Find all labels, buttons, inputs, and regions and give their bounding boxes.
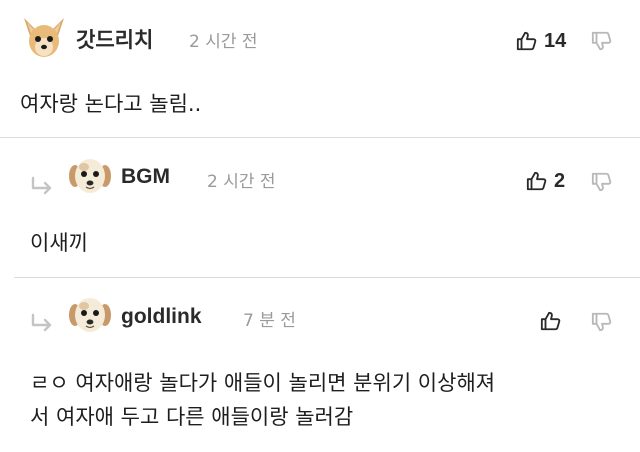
dislike-button[interactable] [591,30,613,52]
dislike-button[interactable] [591,311,613,333]
thumbs-up-icon [526,170,548,192]
thumbs-up-icon [540,310,562,332]
reply-arrow-icon [30,313,56,333]
thumbs-down-icon [591,312,612,332]
puppy-avatar-icon[interactable] [66,152,114,200]
comment-text-line: ㄹㅇ 여자애랑 놀다가 애들이 놀리면 분위기 이상해져 [30,371,496,395]
comment-item: 갓드리치 2 시간 전 14 여자랑 논다고 놀림.. [0,0,640,137]
comment-timestamp: 2 시간 전 [189,32,258,52]
reply-item: goldlink 7 분 전 ㄹㅇ 여자애랑 놀다가 애들이 놀리면 분위기 이… [0,278,640,452]
comment-username[interactable]: goldlink [121,305,202,329]
comment-username[interactable]: BGM [121,165,170,189]
comment-text: 이새끼 [30,226,88,260]
reply-item: BGM 2 시간 전 2 이새끼 [0,138,640,277]
comment-username[interactable]: 갓드리치 [76,24,153,54]
like-button[interactable]: 2 [526,166,565,196]
dislike-button[interactable] [591,171,613,193]
thumbs-down-icon [591,31,612,51]
comment-text: 여자랑 논다고 놀림.. [20,87,201,121]
comment-text-line: 이새끼 [30,231,88,255]
comment-text-line: 여자랑 논다고 놀림.. [20,92,202,116]
comment-timestamp: 2 시간 전 [207,172,276,192]
puppy-avatar-icon[interactable] [66,291,114,339]
thumbs-up-icon [516,30,538,52]
like-button[interactable] [540,306,568,336]
comment-text-line: 서 여자애 두고 다른 애들이랑 놀러감 [30,405,354,429]
comment-timestamp: 7 분 전 [243,311,296,331]
like-button[interactable]: 14 [516,26,566,56]
chihuahua-avatar-icon[interactable] [20,14,68,62]
reply-arrow-icon [30,176,56,196]
comment-text: ㄹㅇ 여자애랑 놀다가 애들이 놀리면 분위기 이상해져 서 여자애 두고 다른… [30,366,495,434]
like-count: 2 [554,169,566,192]
thumbs-down-icon [591,172,612,192]
like-count: 14 [544,29,567,52]
